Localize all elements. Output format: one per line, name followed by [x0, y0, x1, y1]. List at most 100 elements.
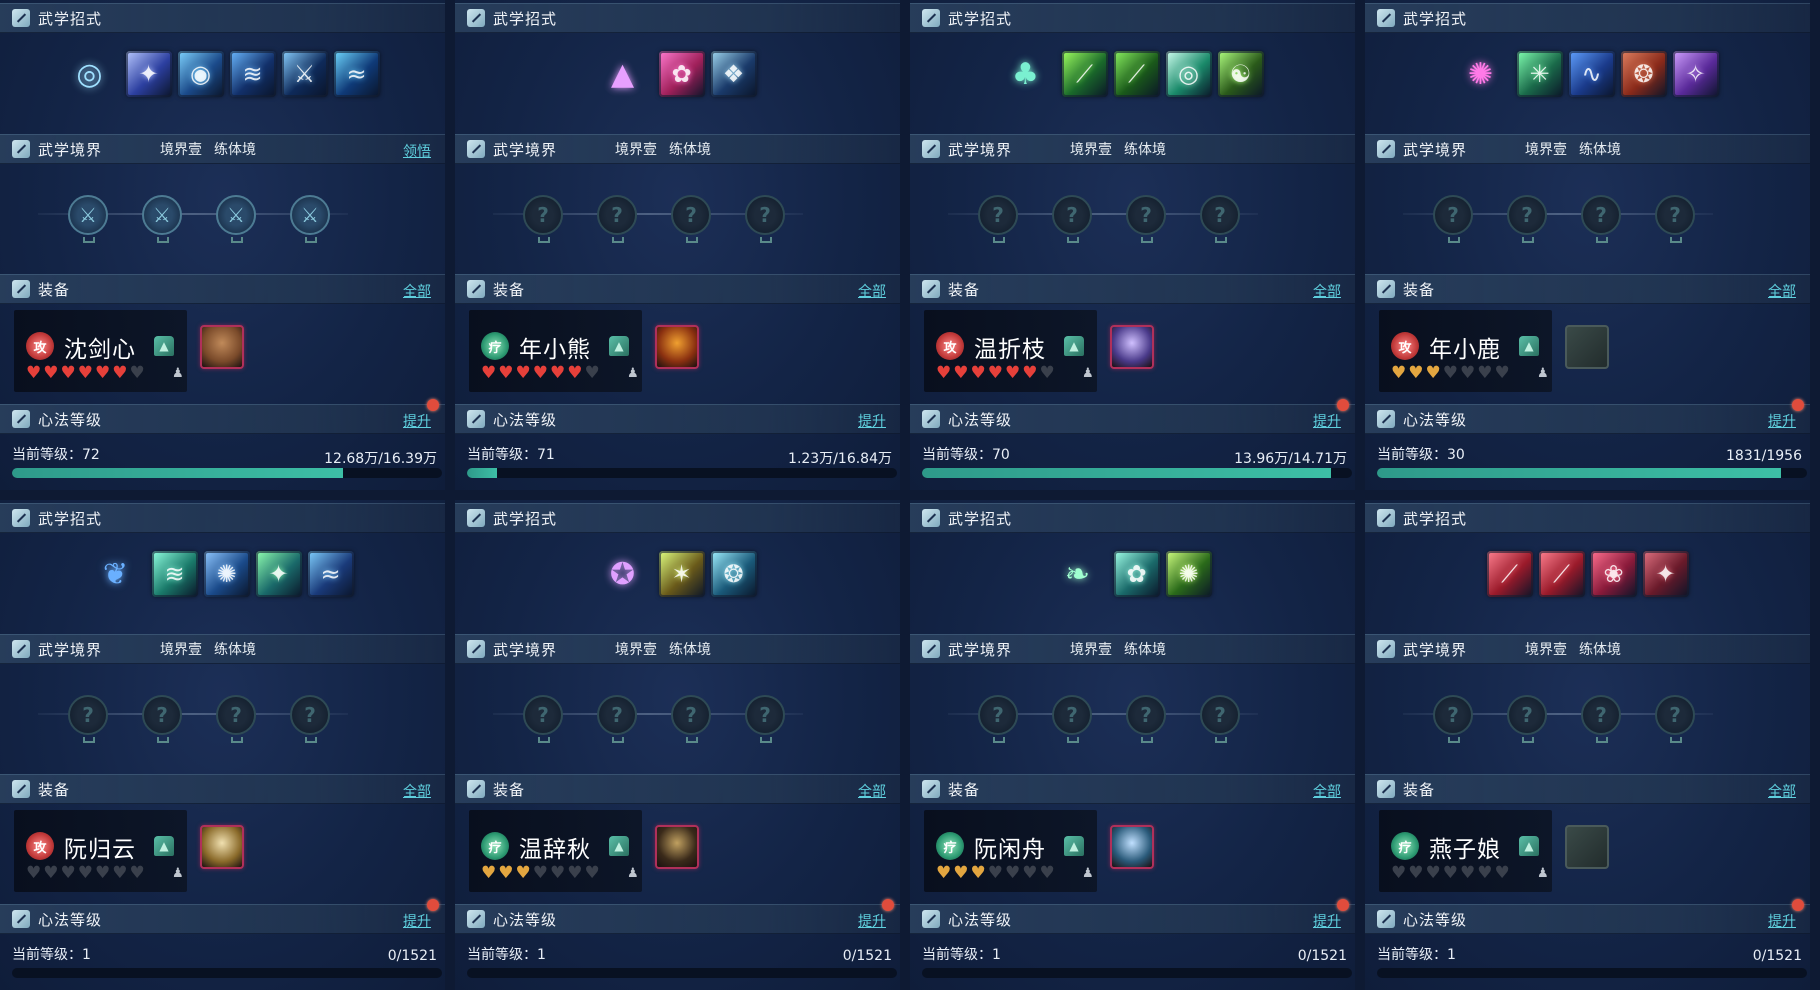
character-plate[interactable]: 攻 年小鹿 ▲ ♥ ♥ ♥ ♥ ♥ ♥ ♥ ♟ — [1379, 310, 1552, 392]
equip-all-link[interactable]: 全部 — [1313, 281, 1341, 301]
skill-icon[interactable]: ✶ — [658, 551, 705, 597]
realm-node-locked[interactable]: ? — [1052, 195, 1092, 243]
upgrade-link[interactable]: 提升 — [403, 911, 431, 931]
realm-node-locked[interactable]: ? — [1052, 695, 1092, 743]
realm-node-locked[interactable]: ? — [978, 195, 1018, 243]
realm-node-locked[interactable]: ? — [523, 695, 563, 743]
empty-gear-slot[interactable] — [1565, 825, 1609, 869]
gear-slot[interactable] — [200, 325, 244, 369]
skill-icon[interactable]: ✦ — [125, 51, 172, 97]
skill-icon[interactable]: ♣ — [1002, 50, 1050, 98]
equip-all-link[interactable]: 全部 — [403, 281, 431, 301]
skill-icon[interactable]: ❂ — [710, 551, 757, 597]
skill-icon[interactable]: ✺ — [1457, 50, 1505, 98]
realm-node-locked[interactable]: ? — [290, 695, 330, 743]
character-plate[interactable]: 疗 阮闲舟 ▲ ♥ ♥ ♥ ♥ ♥ ♥ ♥ ♟ — [924, 810, 1097, 892]
realm-node-unlocked[interactable]: ⚔ — [142, 195, 182, 243]
equip-all-link[interactable]: 全部 — [403, 781, 431, 801]
realm-node-locked[interactable]: ? — [1655, 695, 1695, 743]
realm-node-locked[interactable]: ? — [745, 195, 785, 243]
realm-node-locked[interactable]: ? — [1200, 695, 1240, 743]
skill-icon[interactable]: ≈ — [333, 51, 380, 97]
realm-node-locked[interactable]: ? — [1581, 195, 1621, 243]
gear-slot[interactable] — [655, 325, 699, 369]
equip-all-link[interactable]: 全部 — [1768, 781, 1796, 801]
realm-node-unlocked[interactable]: ⚔ — [216, 195, 256, 243]
realm-node-locked[interactable]: ? — [978, 695, 1018, 743]
upgrade-link[interactable]: 提升 — [1768, 911, 1796, 931]
skill-icon[interactable]: ≈ — [307, 551, 354, 597]
gear-slot[interactable] — [655, 825, 699, 869]
realm-node-locked[interactable]: ? — [597, 195, 637, 243]
realm-node-locked[interactable]: ? — [1200, 195, 1240, 243]
upgrade-link[interactable]: 提升 — [1768, 411, 1796, 431]
character-plate[interactable]: 攻 温折枝 ▲ ♥ ♥ ♥ ♥ ♥ ♥ ♥ ♟ — [924, 310, 1097, 392]
skill-icon[interactable]: ❀ — [1590, 551, 1637, 597]
realm-node-locked[interactable]: ? — [1507, 195, 1547, 243]
character-plate[interactable]: 疗 温辞秋 ▲ ♥ ♥ ♥ ♥ ♥ ♥ ♥ ♟ — [469, 810, 642, 892]
gear-slot[interactable] — [1110, 325, 1154, 369]
character-plate[interactable]: 攻 阮归云 ▲ ♥ ♥ ♥ ♥ ♥ ♥ ♥ ♟ — [14, 810, 187, 892]
skill-icon[interactable]: ❖ — [710, 51, 757, 97]
realm-node-unlocked[interactable]: ⚔ — [290, 195, 330, 243]
realm-node-locked[interactable]: ? — [1655, 195, 1695, 243]
skill-icon[interactable]: ✳ — [1516, 51, 1563, 97]
skill-icon[interactable]: ✧ — [1672, 51, 1719, 97]
skill-icon[interactable]: ✺ — [1165, 551, 1212, 597]
skill-icon[interactable]: ❦ — [92, 550, 140, 598]
realm-node-unlocked[interactable]: ⚔ — [68, 195, 108, 243]
comprehend-link[interactable]: 领悟 — [403, 141, 431, 161]
upgrade-link[interactable]: 提升 — [858, 911, 886, 931]
skill-icon[interactable]: ✦ — [1642, 551, 1689, 597]
upgrade-link[interactable]: 提升 — [403, 411, 431, 431]
equip-all-link[interactable]: 全部 — [1313, 781, 1341, 801]
upgrade-link[interactable]: 提升 — [1313, 411, 1341, 431]
skill-icon[interactable]: ✺ — [203, 551, 250, 597]
realm-node-locked[interactable]: ? — [216, 695, 256, 743]
skill-icon[interactable]: ≋ — [151, 551, 198, 597]
skill-icon[interactable]: ▲ — [599, 50, 647, 98]
skill-icon[interactable]: ∿ — [1568, 51, 1615, 97]
upgrade-link[interactable]: 提升 — [1313, 911, 1341, 931]
realm-node-locked[interactable]: ? — [745, 695, 785, 743]
realm-node-locked[interactable]: ? — [142, 695, 182, 743]
realm-node-locked[interactable]: ? — [1126, 195, 1166, 243]
skill-icon[interactable]: ⚔ — [281, 51, 328, 97]
skill-icon[interactable]: ❧ — [1054, 550, 1102, 598]
skill-icon[interactable]: ⟋ — [1061, 51, 1108, 97]
realm-node-locked[interactable]: ? — [1507, 695, 1547, 743]
empty-gear-slot[interactable] — [1565, 325, 1609, 369]
equip-all-link[interactable]: 全部 — [858, 781, 886, 801]
skill-icon[interactable]: ✦ — [255, 551, 302, 597]
heart-method-header: 心法等级 提升 — [910, 899, 1355, 934]
skill-icon[interactable]: ⟋ — [1113, 51, 1160, 97]
realm-node-locked[interactable]: ? — [1433, 695, 1473, 743]
character-plate[interactable]: 疗 燕子娘 ▲ ♥ ♥ ♥ ♥ ♥ ♥ ♥ ♟ — [1379, 810, 1552, 892]
realm-node-locked[interactable]: ? — [597, 695, 637, 743]
skill-icon[interactable]: ✪ — [599, 550, 647, 598]
character-plate[interactable]: 疗 年小熊 ▲ ♥ ♥ ♥ ♥ ♥ ♥ ♥ ♟ — [469, 310, 642, 392]
realm-node-locked[interactable]: ? — [1581, 695, 1621, 743]
realm-node-locked[interactable]: ? — [523, 195, 563, 243]
equip-all-link[interactable]: 全部 — [1768, 281, 1796, 301]
realm-node-locked[interactable]: ? — [1433, 195, 1473, 243]
gear-slot[interactable] — [200, 825, 244, 869]
character-plate[interactable]: 攻 沈剑心 ▲ ♥ ♥ ♥ ♥ ♥ ♥ ♥ ♟ — [14, 310, 187, 392]
skill-icon[interactable]: ☯ — [1217, 51, 1264, 97]
skill-icon[interactable]: ◉ — [177, 51, 224, 97]
realm-node-locked[interactable]: ? — [1126, 695, 1166, 743]
realm-node-locked[interactable]: ? — [671, 695, 711, 743]
skill-icon[interactable]: ✿ — [1113, 551, 1160, 597]
upgrade-link[interactable]: 提升 — [858, 411, 886, 431]
skill-icon[interactable]: ⟋ — [1486, 551, 1533, 597]
skill-icon[interactable]: ✿ — [658, 51, 705, 97]
realm-node-locked[interactable]: ? — [68, 695, 108, 743]
skill-icon[interactable]: ❂ — [1620, 51, 1667, 97]
gear-slot[interactable] — [1110, 825, 1154, 869]
skill-icon[interactable]: ≋ — [229, 51, 276, 97]
equip-all-link[interactable]: 全部 — [858, 281, 886, 301]
skill-icon[interactable]: ⟋ — [1538, 551, 1585, 597]
skill-icon[interactable]: ◎ — [66, 50, 114, 98]
skill-icon[interactable]: ◎ — [1165, 51, 1212, 97]
realm-node-locked[interactable]: ? — [671, 195, 711, 243]
